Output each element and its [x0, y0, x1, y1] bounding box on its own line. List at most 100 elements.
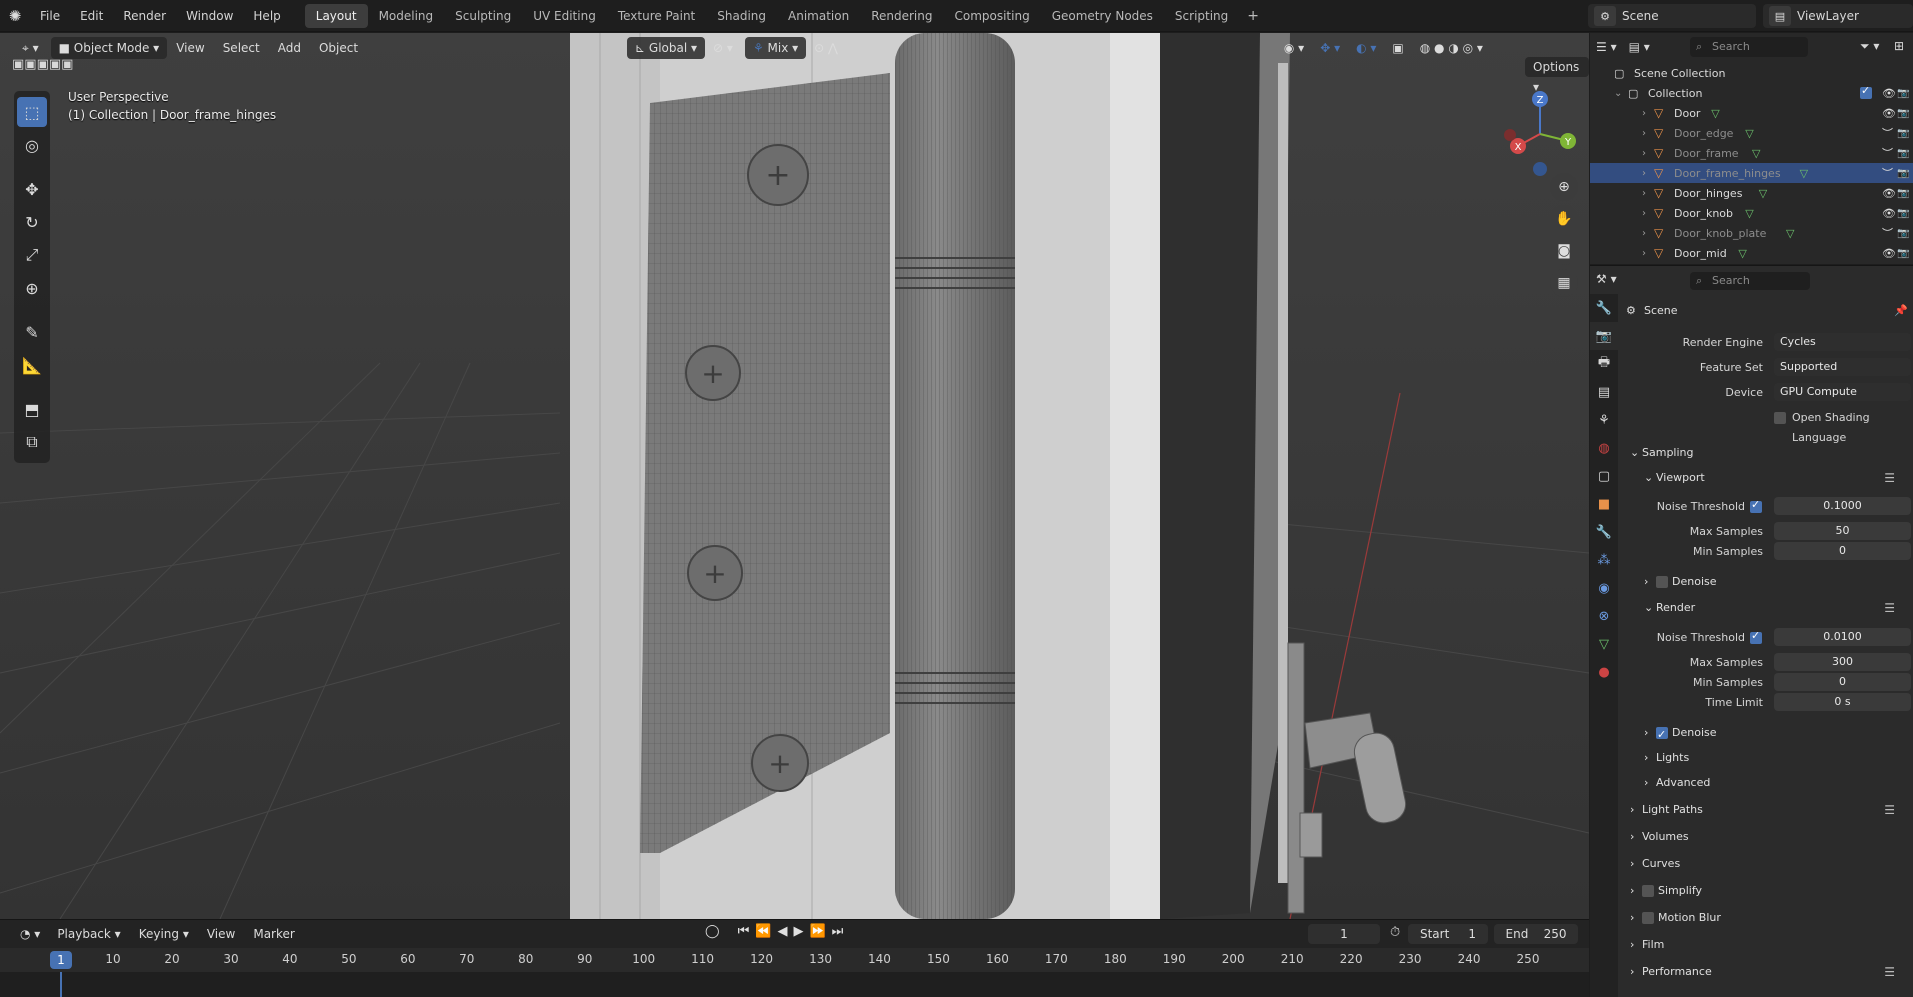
tab-rendering[interactable]: Rendering: [860, 4, 943, 28]
camera-icon[interactable]: 📷: [1897, 108, 1909, 119]
outliner-object-row[interactable]: › ▽ Door ▽ 👁 📷: [1590, 103, 1913, 123]
eye-icon[interactable]: 👁: [1882, 107, 1896, 120]
menu-render[interactable]: Render: [113, 0, 176, 32]
stopwatch-icon[interactable]: ⏱: [1390, 925, 1400, 940]
physics-tab-icon[interactable]: ◉: [1590, 574, 1618, 602]
scene-collection-row[interactable]: ▢ Scene Collection: [1590, 63, 1913, 83]
expand-chevron-icon[interactable]: ›: [1642, 108, 1646, 119]
camera-icon[interactable]: 📷: [1897, 228, 1909, 239]
tab-compositing[interactable]: Compositing: [943, 4, 1040, 28]
pin-icon[interactable]: 📌: [1894, 300, 1908, 322]
camera-icon[interactable]: 📷: [1897, 188, 1909, 199]
sampling-panel-header[interactable]: ⌄ Sampling: [1626, 442, 1913, 464]
eye-icon[interactable]: 👁: [1882, 87, 1896, 100]
properties-editor-icon[interactable]: ⚒ ▾: [1596, 272, 1617, 286]
r-noise-field[interactable]: 0.0100: [1774, 628, 1911, 646]
render-tab-icon[interactable]: 📷: [1590, 322, 1618, 350]
motion-blur-header[interactable]: › Motion Blur: [1626, 907, 1913, 929]
presets-list-icon[interactable]: ☰: [1884, 799, 1895, 821]
curves-header[interactable]: › Curves: [1626, 853, 1913, 875]
outliner-object-row[interactable]: › ▽ Door_knob_plate ▽ ︶ 📷: [1590, 223, 1913, 243]
perspective-grid-icon[interactable]: ▦: [1550, 269, 1578, 297]
tab-layout[interactable]: Layout: [304, 3, 368, 28]
view-layer-selector[interactable]: ▤ ViewLayer: [1763, 4, 1913, 28]
jump-end-icon[interactable]: ⏭: [832, 924, 844, 939]
expand-chevron-icon[interactable]: ⌄: [1614, 88, 1622, 99]
tab-sculpting[interactable]: Sculpting: [444, 4, 522, 28]
zoom-icon[interactable]: ⊕: [1550, 173, 1578, 201]
outliner-object-row[interactable]: › ▽ Door_mid ▽ 👁 📷: [1590, 243, 1913, 263]
eye-closed-icon[interactable]: ︶: [1882, 165, 1893, 181]
add-workspace-button[interactable]: +: [1239, 8, 1267, 24]
eye-closed-icon[interactable]: ︶: [1882, 145, 1893, 161]
select-box-tool-icon[interactable]: ⬚: [17, 97, 47, 127]
outliner-object-row[interactable]: › ▽ Door_edge ▽ ︶ 📷: [1590, 123, 1913, 143]
menu-file[interactable]: File: [30, 0, 70, 32]
view-layer-tab-icon[interactable]: ▤: [1590, 378, 1618, 406]
extrude-tool-icon[interactable]: ⧉: [17, 427, 47, 457]
tab-geometry-nodes[interactable]: Geometry Nodes: [1041, 4, 1164, 28]
vp-noise-checkbox[interactable]: [1750, 498, 1762, 513]
eye-icon[interactable]: 👁: [1882, 207, 1896, 220]
tab-modeling[interactable]: Modeling: [368, 4, 445, 28]
outliner-search[interactable]: ⌕ Search: [1690, 37, 1808, 57]
camera-view-icon[interactable]: ◙: [1550, 237, 1578, 265]
camera-icon[interactable]: 📷: [1897, 128, 1909, 139]
r-denoise-header[interactable]: › Denoise: [1626, 722, 1913, 746]
data-tab-icon[interactable]: ▽: [1590, 630, 1618, 658]
menu-timeline-view[interactable]: View: [198, 927, 244, 941]
move-tool-icon[interactable]: ✥: [17, 174, 47, 204]
scene-selector[interactable]: ⚙ Scene: [1588, 4, 1756, 28]
outliner-object-row[interactable]: › ▽ Door_frame ▽ ︶ 📷: [1590, 143, 1913, 163]
collection-tab-icon[interactable]: ▢: [1590, 462, 1618, 490]
pan-hand-icon[interactable]: ✋: [1550, 205, 1578, 233]
presets-list-icon[interactable]: ☰: [1884, 467, 1895, 489]
feature-set-dropdown[interactable]: Supported: [1774, 358, 1911, 376]
camera-icon[interactable]: 📷: [1897, 88, 1909, 99]
camera-icon[interactable]: 📷: [1897, 168, 1909, 179]
current-frame-field[interactable]: 1: [1308, 924, 1380, 944]
measure-tool-icon[interactable]: 📐: [17, 350, 47, 380]
transform-tool-icon[interactable]: ⊕: [17, 273, 47, 303]
timeline-ruler[interactable]: 1 10 20 30 40 50 60 70 80 90 100 110 120 130 140 150 16…: [0, 948, 1589, 972]
editor-type-button[interactable]: ⌖ ▾: [14, 37, 47, 59]
osl-checkbox[interactable]: [1774, 412, 1786, 424]
auto-key-icon[interactable]: ◯: [705, 924, 720, 939]
pivot-dropdown[interactable]: ⊘ ▾: [705, 37, 741, 59]
prev-key-icon[interactable]: ⏪: [755, 924, 771, 939]
end-frame-field[interactable]: End 250: [1494, 924, 1578, 944]
new-collection-icon[interactable]: ⊞: [1894, 39, 1904, 53]
tab-texture-paint[interactable]: Texture Paint: [607, 4, 706, 28]
presets-list-icon[interactable]: ☰: [1884, 597, 1895, 619]
menu-select[interactable]: Select: [214, 41, 269, 55]
menu-marker[interactable]: Marker: [244, 927, 303, 941]
camera-icon[interactable]: 📷: [1897, 208, 1909, 219]
r-min-field[interactable]: 0: [1774, 673, 1911, 691]
presets-list-icon[interactable]: ☰: [1884, 961, 1895, 983]
r-max-field[interactable]: 300: [1774, 653, 1911, 671]
expand-chevron-icon[interactable]: ›: [1642, 148, 1646, 159]
eye-closed-icon[interactable]: ︶: [1882, 225, 1893, 241]
viewport-scene[interactable]: + + + +: [0, 33, 1589, 919]
3d-viewport[interactable]: + + + + ⌖ ▾ ■ Object Mode ▾ View Select …: [0, 33, 1589, 919]
proportional-edit-icon[interactable]: ⊙ ⋀: [806, 37, 846, 59]
advanced-header[interactable]: › Advanced: [1626, 772, 1913, 794]
particles-tab-icon[interactable]: ⁂: [1590, 546, 1618, 574]
display-mode-icon[interactable]: ▤ ▾: [1629, 40, 1650, 54]
visibility-dropdown[interactable]: ◉ ▾: [1276, 37, 1312, 59]
tab-scripting[interactable]: Scripting: [1164, 4, 1239, 28]
outliner-object-row[interactable]: › ▽ Door_knob ▽ 👁 📷: [1590, 203, 1913, 223]
menu-object[interactable]: Object: [310, 41, 367, 55]
cursor-tool-icon[interactable]: ◎: [17, 130, 47, 160]
play-reverse-icon[interactable]: ◀: [777, 924, 787, 939]
expand-chevron-icon[interactable]: ›: [1642, 188, 1646, 199]
tab-uv-editing[interactable]: UV Editing: [522, 4, 607, 28]
options-dropdown[interactable]: Options ▾: [1525, 57, 1589, 94]
eye-icon[interactable]: 👁: [1882, 187, 1896, 200]
timeline-track-area[interactable]: [0, 972, 1589, 997]
mode-dropdown[interactable]: ■ Object Mode ▾: [50, 37, 168, 59]
view-layer-name[interactable]: ViewLayer: [1797, 9, 1859, 23]
lights-header[interactable]: › Lights: [1626, 747, 1913, 769]
modifier-tab-icon[interactable]: 🔧: [1590, 518, 1618, 546]
r-time-field[interactable]: 0 s: [1774, 693, 1911, 711]
